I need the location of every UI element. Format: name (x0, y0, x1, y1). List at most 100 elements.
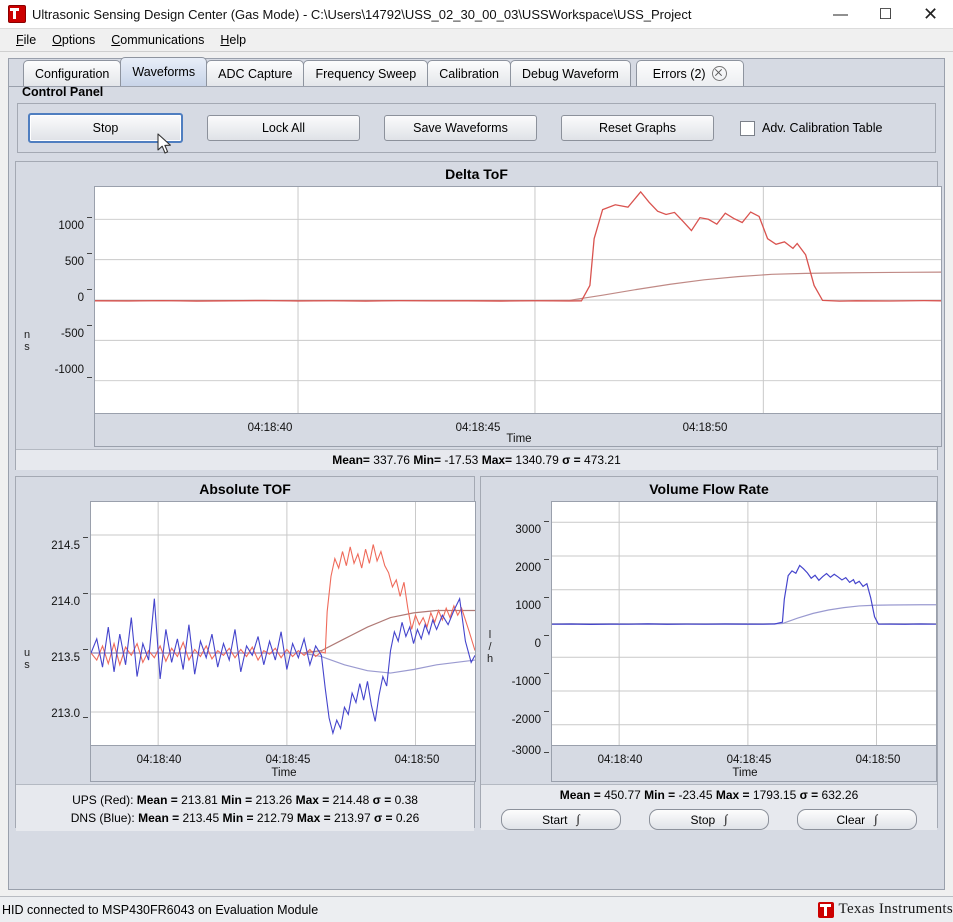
stat-max-label: Max = (715, 788, 750, 802)
menu-options[interactable]: Options (44, 31, 103, 49)
x-tick: 04:18:40 (597, 754, 643, 766)
adv-calibration-table-checkbox[interactable]: Adv. Calibration Table (740, 120, 883, 136)
tab-errors-label: Errors (2) (652, 66, 706, 81)
totalizer-clear-button[interactable]: Clear ∫ (797, 809, 917, 830)
absolute-tof-canvas[interactable] (90, 501, 476, 746)
stat-max-value: 214.48 (332, 793, 370, 807)
reset-graphs-button[interactable]: Reset Graphs (561, 115, 714, 141)
delta-tof-x-axis-title: Time (506, 433, 532, 445)
stat-mean-label: Mean = (559, 788, 601, 802)
window-title: Ultrasonic Sensing Design Center (Gas Mo… (32, 6, 692, 22)
delta-tof-canvas[interactable] (94, 186, 942, 414)
totalizer-start-button[interactable]: Start ∫ (501, 809, 621, 830)
tab-frequency-sweep[interactable]: Frequency Sweep (303, 60, 429, 86)
delta-tof-stats: Mean= 337.76 Min= -17.53 Max= 1340.79 σ … (16, 449, 937, 470)
stat-min-value: -23.45 (678, 788, 713, 802)
bottom-charts-row: Absolute TOF us 214.5 214.0 213.5 213.0 (15, 476, 938, 831)
y-tick: 1000 (515, 600, 541, 612)
checkbox-box[interactable] (740, 120, 755, 136)
ups-stats-row: UPS (Red): Mean = 213.81 Min = 213.26 Ma… (16, 791, 474, 809)
absolute-tof-plot[interactable]: us 214.5 214.0 213.5 213.0 04:18:40 04:1… (16, 499, 476, 784)
tab-debug-waveform[interactable]: Debug Waveform (509, 60, 631, 86)
y-tick: 0 (77, 292, 84, 304)
absolute-tof-x-axis-title: Time (271, 767, 297, 779)
delta-tof-plot[interactable]: ns 1000 500 0 -500 -1000 04:18:40 04:18:… (16, 184, 942, 449)
x-tick: 04:18:40 (136, 754, 182, 766)
stat-min-label: Min = (222, 811, 254, 825)
y-tick: -1000 (511, 676, 541, 688)
absolute-tof-title: Absolute TOF (199, 481, 291, 497)
totalizer-clear-label: Clear (836, 812, 866, 827)
y-tick: 0 (534, 638, 541, 650)
lock-all-button[interactable]: Lock All (207, 115, 360, 141)
minimize-button[interactable]: — (818, 0, 863, 28)
delta-tof-y-axis-label: ns (23, 329, 31, 353)
volume-flow-rate-chart: Volume Flow Rate l / h 3000 2000 1000 0 -1… (480, 476, 938, 830)
stat-min-label: Min = (644, 788, 676, 802)
delta-tof-title: Delta ToF (445, 166, 508, 182)
stat-max-value: 213.97 (333, 811, 371, 825)
stat-mean-value: 213.81 (181, 793, 218, 807)
stat-min-value: -17.53 (444, 453, 479, 467)
y-tick: 213.5 (51, 652, 80, 664)
volume-flow-rate-stats: Mean = 450.77 Min = -23.45 Max = 1793.15… (481, 784, 937, 804)
stat-sigma-value: 0.26 (395, 811, 420, 825)
absolute-tof-stats: UPS (Red): Mean = 213.81 Min = 213.26 Ma… (16, 784, 474, 831)
volume-flow-rate-plot[interactable]: l/h 3000 2000 1000 0 -1000 -2000 -3000 (481, 499, 937, 784)
tab-strip: Configuration Waveforms ADC Capture Freq… (23, 57, 744, 86)
totalizer-button-row: Start ∫ Stop ∫ Clear ∫ (481, 804, 937, 830)
title-bar: Ultrasonic Sensing Design Center (Gas Mo… (0, 0, 953, 29)
app-icon (8, 5, 26, 23)
ups-label: UPS (Red): (72, 793, 134, 807)
control-panel-title: Control Panel (22, 85, 104, 99)
stat-max-label: Max = (295, 793, 330, 807)
status-bar: HID connected to MSP430FR6043 on Evaluat… (0, 896, 953, 922)
dns-stats-row: DNS (Blue): Mean = 213.45 Min = 212.79 M… (16, 809, 474, 827)
tab-errors[interactable]: Errors (2) (635, 60, 744, 86)
totalizer-stop-button[interactable]: Stop ∫ (649, 809, 769, 830)
y-tick: 214.5 (51, 540, 80, 552)
stat-mean-label: Mean = (136, 793, 178, 807)
stat-max-value: 1340.79 (515, 453, 559, 467)
y-tick: 213.0 (51, 708, 80, 720)
x-tick: 04:18:50 (855, 754, 901, 766)
ti-logo: Texas Instruments (817, 901, 953, 918)
absolute-tof-x-axis-band: 04:18:40 04:18:45 04:18:50 Time (90, 746, 476, 782)
y-tick: 3000 (515, 524, 541, 536)
x-tick: 04:18:50 (394, 754, 440, 766)
stop-button[interactable]: Stop (28, 113, 183, 143)
menu-bar: FFileile Options Communications Help (0, 29, 953, 52)
volume-flow-rate-title: Volume Flow Rate (649, 481, 769, 497)
maximize-button[interactable]: ☐ (863, 0, 908, 28)
menu-help[interactable]: Help (212, 31, 254, 49)
stat-max-label: Max = (296, 811, 331, 825)
tab-adc-capture[interactable]: ADC Capture (206, 60, 305, 86)
tab-waveforms[interactable]: Waveforms (120, 57, 208, 86)
status-message: HID connected to MSP430FR6043 on Evaluat… (2, 902, 319, 917)
y-tick: -2000 (511, 714, 541, 726)
tab-calibration[interactable]: Calibration (427, 60, 511, 86)
adv-calibration-table-label: Adv. Calibration Table (762, 121, 883, 135)
stat-sigma-label: σ = (562, 453, 581, 467)
integral-icon: ∫ (874, 812, 878, 826)
save-waveforms-button[interactable]: Save Waveforms (384, 115, 537, 141)
stat-mean-value: 213.45 (182, 811, 220, 825)
ti-logo-text: Texas Instruments (838, 901, 953, 917)
absolute-tof-chart: Absolute TOF us 214.5 214.0 213.5 213.0 (15, 476, 476, 831)
tab-configuration[interactable]: Configuration (23, 60, 122, 86)
waveforms-page: Control Panel Stop Lock All Save Wavefor… (9, 85, 944, 889)
totalizer-stop-label: Stop (690, 812, 716, 827)
ti-logo-icon (817, 901, 834, 918)
stat-sigma-label: σ = (372, 793, 392, 807)
stat-sigma-value: 632.26 (821, 788, 859, 802)
stat-sigma-label: σ = (799, 788, 819, 802)
volume-flow-rate-canvas[interactable] (551, 501, 937, 746)
stat-min-label: Min = (221, 793, 253, 807)
close-icon[interactable] (711, 66, 727, 81)
dns-label: DNS (Blue): (70, 811, 135, 825)
stat-sigma-label: σ = (373, 811, 393, 825)
menu-file[interactable]: FFileile (8, 31, 44, 49)
close-button[interactable]: ✕ (908, 0, 953, 28)
x-tick: 04:18:45 (265, 754, 311, 766)
menu-communications[interactable]: Communications (103, 31, 212, 49)
